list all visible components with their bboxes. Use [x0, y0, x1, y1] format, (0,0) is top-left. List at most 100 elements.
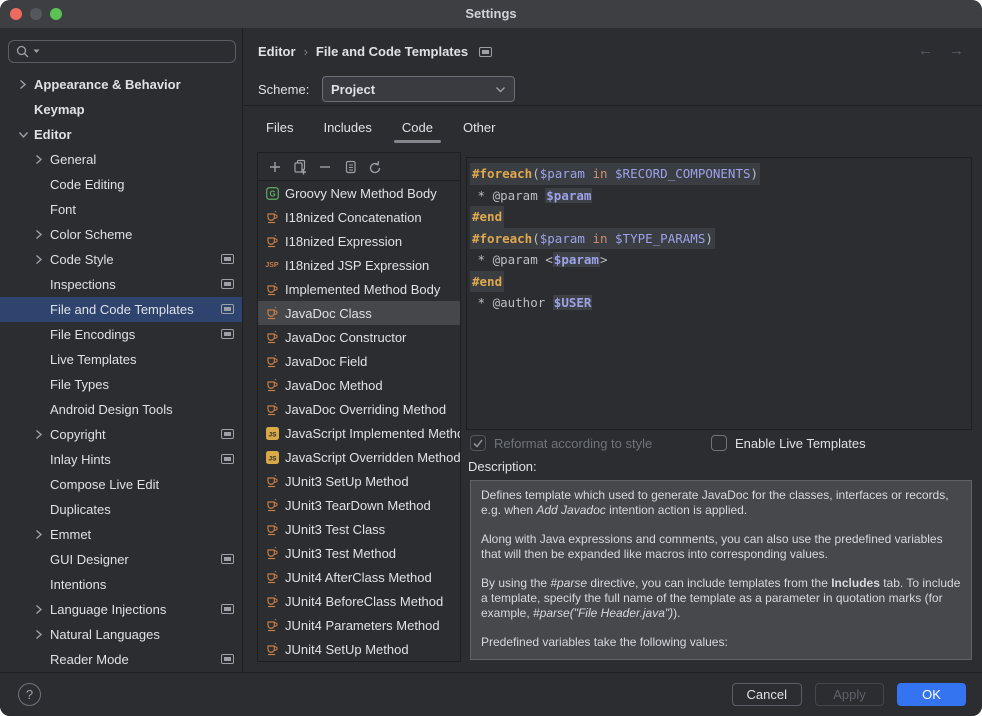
- template-item-junit4-setup-method[interactable]: JUnit4 SetUp Method: [258, 637, 460, 661]
- tab-files[interactable]: Files: [258, 112, 301, 143]
- sidebar-item-reader-mode[interactable]: Reader Mode: [0, 647, 242, 672]
- sidebar-item-code-style[interactable]: Code Style: [0, 247, 242, 272]
- template-item-javadoc-class[interactable]: JavaDoc Class: [258, 301, 460, 325]
- search-options-chevron-icon[interactable]: [33, 49, 40, 54]
- template-item-label: JavaDoc Overriding Method: [285, 402, 446, 417]
- sidebar-item-font[interactable]: Font: [0, 197, 242, 222]
- sidebar-item-label: Natural Languages: [50, 627, 160, 642]
- chevron-right-icon[interactable]: [34, 229, 50, 240]
- sidebar-item-language-injections[interactable]: Language Injections: [0, 597, 242, 622]
- template-item-junit4-beforeclass-method[interactable]: JUnit4 BeforeClass Method: [258, 589, 460, 613]
- sidebar-item-emmet[interactable]: Emmet: [0, 522, 242, 547]
- chevron-right-icon[interactable]: [34, 154, 50, 165]
- sidebar-item-duplicates[interactable]: Duplicates: [0, 497, 242, 522]
- code-token: in: [592, 166, 607, 181]
- sidebar-item-color-scheme[interactable]: Color Scheme: [0, 222, 242, 247]
- template-item-javadoc-method[interactable]: JavaDoc Method: [258, 373, 460, 397]
- template-item-junit4-afterclass-method[interactable]: JUnit4 AfterClass Method: [258, 565, 460, 589]
- template-item-junit3-test-class[interactable]: JUnit3 Test Class: [258, 517, 460, 541]
- reset-icon[interactable]: [362, 159, 387, 175]
- groovy-icon: G: [265, 187, 279, 200]
- cancel-button[interactable]: Cancel: [732, 683, 802, 706]
- history-nav: ← →: [918, 42, 964, 59]
- sidebar-item-keymap[interactable]: Keymap: [0, 97, 242, 122]
- chevron-down-icon[interactable]: [18, 130, 34, 139]
- checkbox-unchecked-icon[interactable]: [711, 435, 727, 451]
- chevron-right-icon[interactable]: [34, 529, 50, 540]
- sidebar-item-gui-designer[interactable]: GUI Designer: [0, 547, 242, 572]
- sidebar-item-natural-languages[interactable]: Natural Languages: [0, 622, 242, 647]
- tab-code[interactable]: Code: [394, 112, 441, 143]
- code-token: $param: [540, 231, 585, 246]
- copy-add-icon[interactable]: [287, 159, 312, 175]
- template-item-label: JUnit4 SetUp Method: [285, 642, 409, 657]
- plus-icon[interactable]: [262, 159, 287, 175]
- sidebar-item-general[interactable]: General: [0, 147, 242, 172]
- template-item-javadoc-field[interactable]: JavaDoc Field: [258, 349, 460, 373]
- sidebar-item-android-design-tools[interactable]: Android Design Tools: [0, 397, 242, 422]
- template-item-junit3-teardown-method[interactable]: JUnit3 TearDown Method: [258, 493, 460, 517]
- sidebar-item-code-editing[interactable]: Code Editing: [0, 172, 242, 197]
- description-paragraph: Along with Java expressions and comments…: [481, 532, 961, 562]
- screen-icon: [221, 254, 234, 264]
- minus-icon[interactable]: [312, 159, 337, 175]
- duplicate-icon[interactable]: [337, 159, 362, 175]
- sidebar-item-file-encodings[interactable]: File Encodings: [0, 322, 242, 347]
- java-cup-icon: [265, 475, 279, 488]
- tab-includes[interactable]: Includes: [315, 112, 379, 143]
- sidebar-item-label: Copyright: [50, 427, 106, 442]
- chevron-right-icon[interactable]: [34, 254, 50, 265]
- code-token: #foreach: [472, 231, 532, 246]
- code-token: ): [705, 231, 713, 246]
- code-token: (: [532, 166, 540, 181]
- code-token: $param: [545, 188, 592, 203]
- sidebar-item-inlay-hints[interactable]: Inlay Hints: [0, 447, 242, 472]
- sidebar-item-intentions[interactable]: Intentions: [0, 572, 242, 597]
- sidebar-item-live-templates[interactable]: Live Templates: [0, 347, 242, 372]
- sidebar-item-compose-live-edit[interactable]: Compose Live Edit: [0, 472, 242, 497]
- code-line: #end: [470, 206, 968, 228]
- tab-other[interactable]: Other: [455, 112, 504, 143]
- help-button[interactable]: ?: [18, 683, 41, 706]
- template-list-panel: GGroovy New Method BodyI18nized Concaten…: [257, 152, 461, 662]
- template-item-junit3-setup-method[interactable]: JUnit3 SetUp Method: [258, 469, 460, 493]
- template-item-javadoc-constructor[interactable]: JavaDoc Constructor: [258, 325, 460, 349]
- template-item-label: JavaDoc Class: [285, 306, 372, 321]
- sidebar-item-label: Intentions: [50, 577, 106, 592]
- ok-button[interactable]: OK: [897, 683, 966, 706]
- sidebar-item-inspections[interactable]: Inspections: [0, 272, 242, 297]
- jsp-icon: JSP: [265, 262, 279, 269]
- sidebar-item-file-and-code-templates[interactable]: File and Code Templates: [0, 297, 242, 322]
- enable-live-templates-checkbox[interactable]: Enable Live Templates: [711, 435, 866, 451]
- sidebar-item-editor[interactable]: Editor: [0, 122, 242, 147]
- description-box[interactable]: Defines template which used to generate …: [470, 480, 972, 660]
- screen-icon: [221, 429, 234, 439]
- java-cup-icon: [265, 643, 279, 656]
- scheme-select[interactable]: Project: [322, 76, 515, 102]
- template-item-implemented-method-body[interactable]: Implemented Method Body: [258, 277, 460, 301]
- template-item-i18nized-concatenation[interactable]: I18nized Concatenation: [258, 205, 460, 229]
- sidebar-item-label: Code Editing: [50, 177, 124, 192]
- template-code-editor[interactable]: #foreach($param in $RECORD_COMPONENTS) *…: [466, 157, 972, 430]
- search-input[interactable]: [8, 40, 236, 63]
- breadcrumb-editor[interactable]: Editor: [258, 44, 296, 59]
- forward-arrow-icon[interactable]: →: [949, 42, 964, 59]
- chevron-right-icon[interactable]: [34, 429, 50, 440]
- chevron-right-icon[interactable]: [34, 604, 50, 615]
- code-token: in: [592, 231, 607, 246]
- template-item-i18nized-expression[interactable]: I18nized Expression: [258, 229, 460, 253]
- template-item-junit3-test-method[interactable]: JUnit3 Test Method: [258, 541, 460, 565]
- sidebar-item-appearance-behavior[interactable]: Appearance & Behavior: [0, 72, 242, 97]
- back-arrow-icon[interactable]: ←: [918, 42, 933, 59]
- sidebar-item-copyright[interactable]: Copyright: [0, 422, 242, 447]
- template-item-javadoc-overriding-method[interactable]: JavaDoc Overriding Method: [258, 397, 460, 421]
- template-item-junit4-parameters-method[interactable]: JUnit4 Parameters Method: [258, 613, 460, 637]
- chevron-right-icon[interactable]: [18, 79, 34, 90]
- template-item-groovy-new-method-body[interactable]: GGroovy New Method Body: [258, 181, 460, 205]
- chevron-right-icon[interactable]: [34, 629, 50, 640]
- sidebar-item-file-types[interactable]: File Types: [0, 372, 242, 397]
- template-item-i18nized-jsp-expression[interactable]: JSPI18nized JSP Expression: [258, 253, 460, 277]
- code-token: $RECORD_COMPONENTS: [615, 166, 750, 181]
- code-token: >: [600, 252, 608, 267]
- sidebar-item-label: Compose Live Edit: [50, 477, 159, 492]
